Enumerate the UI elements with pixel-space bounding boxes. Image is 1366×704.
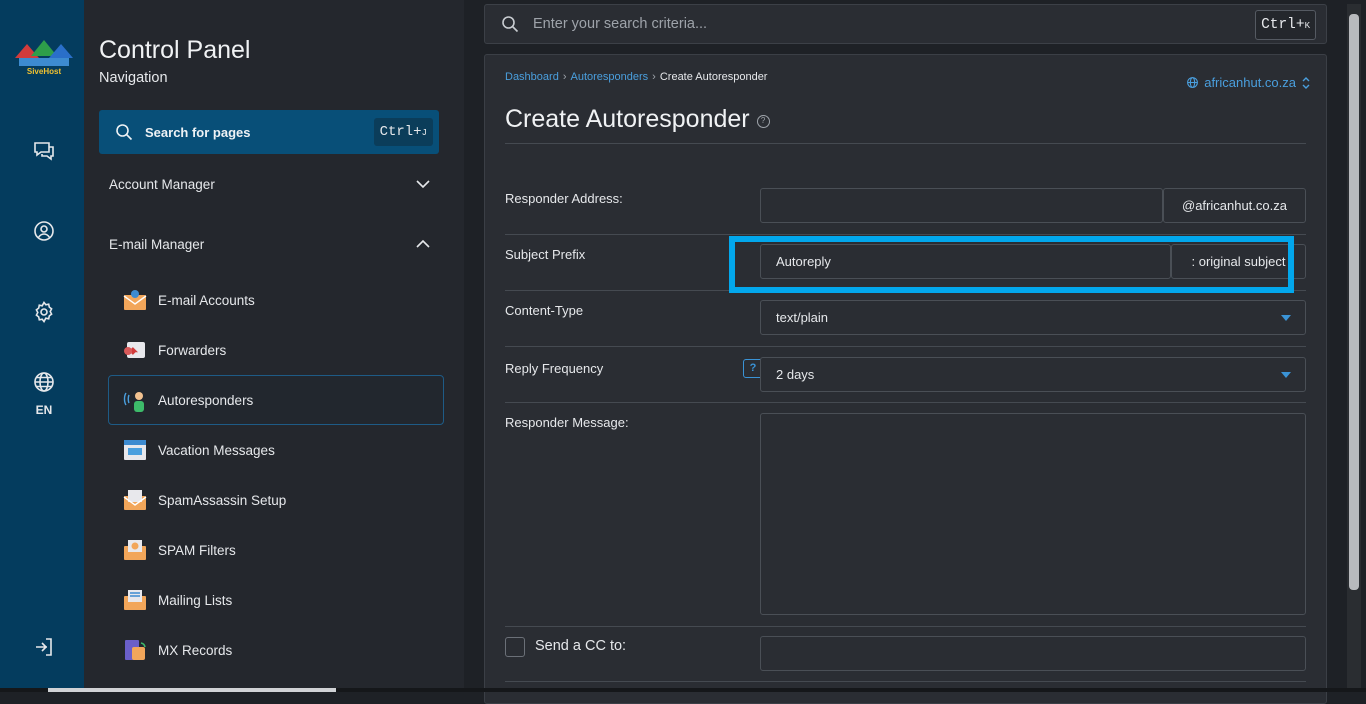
sidebar-item-label: SpamAssassin Setup [158, 492, 287, 508]
language-switcher[interactable]: EN [24, 370, 64, 417]
reply-frequency-select[interactable]: 2 days [760, 357, 1306, 392]
responder-address-input[interactable] [760, 188, 1163, 223]
subject-prefix-label: Subject Prefix [505, 247, 586, 262]
sidebar-item-label: Mailing Lists [158, 592, 233, 608]
content-type-select[interactable]: text/plain [760, 300, 1306, 335]
responder-message-label: Responder Message: [505, 415, 629, 430]
sidebar-item-label: E-mail Accounts [158, 292, 255, 308]
sidebar-item-label: SPAM Filters [158, 542, 236, 558]
bottom-edge [0, 688, 1366, 692]
send-cc-checkbox[interactable] [505, 637, 525, 657]
content-type-label: Content-Type [505, 303, 584, 318]
spam-filters-icon [124, 540, 146, 560]
domain-selector[interactable]: africanhut.co.za [1186, 75, 1310, 90]
logout-icon[interactable] [24, 627, 64, 667]
spamassassin-icon [123, 490, 147, 510]
responder-message-textarea[interactable] [760, 413, 1306, 615]
user-icon[interactable] [24, 211, 64, 251]
email-accounts-icon [123, 290, 147, 310]
chevron-up-icon [416, 239, 430, 248]
page-search-button[interactable]: Search for pages Ctrl+J [99, 110, 439, 154]
sidebar-item-autoresponders[interactable]: Autoresponders [108, 375, 444, 425]
row-responder-address: Responder Address: @africanhut.co.za [505, 179, 1306, 235]
global-search-input[interactable] [533, 16, 1223, 32]
divider [505, 681, 1306, 682]
mailing-lists-icon [124, 590, 146, 610]
page-title-text: Create Autoresponder [505, 105, 750, 133]
autoresponders-icon [123, 392, 144, 412]
global-search: Ctrl+K [484, 4, 1327, 44]
sidebar-item-label: Forwarders [158, 342, 227, 358]
breadcrumb-current: Create Autoresponder [659, 71, 768, 83]
sidebar-item-mailing-lists[interactable]: Mailing Lists [108, 575, 444, 625]
row-reply-frequency: Reply Frequency ? 2 days [505, 347, 1306, 403]
dropdown-caret-icon [1281, 371, 1291, 378]
section-label: Account Manager [109, 176, 215, 192]
dropdown-caret-icon [1281, 314, 1291, 321]
section-account-manager[interactable]: Account Manager [109, 169, 431, 199]
mx-records-icon [125, 640, 146, 660]
brand-logo[interactable]: SiveHost [11, 36, 77, 80]
chevron-up-down-icon [1302, 76, 1310, 89]
globe-icon [34, 372, 54, 392]
search-icon [116, 124, 133, 141]
breadcrumb-autoresponders[interactable]: Autoresponders [571, 71, 649, 83]
section-email-manager[interactable]: E-mail Manager [109, 229, 431, 259]
reply-frequency-value: 2 days [776, 367, 815, 382]
global-search-shortcut: Ctrl+K [1255, 10, 1316, 40]
bottom-edge-segment [48, 688, 336, 692]
brand-logo-text: SiveHost [27, 67, 62, 76]
sidebar-item-spam-filters[interactable]: SPAM Filters [108, 525, 444, 575]
row-content-type: Content-Type text/plain [505, 291, 1306, 347]
language-label: EN [35, 403, 53, 417]
page-search-label: Search for pages [145, 124, 251, 140]
breadcrumb-dashboard[interactable]: Dashboard [505, 71, 559, 83]
chat-icon[interactable] [24, 130, 64, 170]
sidebar-item-forwarders[interactable]: Forwarders [108, 325, 444, 375]
nav-title: Control Panel [99, 36, 251, 64]
divider [505, 143, 1306, 144]
page-search-shortcut: Ctrl+J [373, 118, 433, 146]
chevron-down-icon [416, 180, 430, 189]
section-label: E-mail Manager [109, 236, 205, 252]
responder-address-label: Responder Address: [505, 191, 623, 206]
sidebar-item-vacation-messages[interactable]: Vacation Messages [108, 425, 444, 475]
vacation-messages-icon [124, 440, 146, 460]
breadcrumb: Dashboard › Autoresponders › Create Autoresp… [505, 71, 768, 83]
reply-frequency-label: Reply Frequency [505, 361, 604, 376]
help-icon[interactable]: ? [756, 114, 770, 128]
content-type-highlight [729, 236, 1294, 293]
send-cc-label: Send a CC to: [535, 638, 627, 654]
sidebar-item-label: Vacation Messages [158, 442, 275, 458]
main-area: Ctrl+K Dashboard›Autoresponders›Create A… [464, 0, 1366, 704]
navigation-panel: Control Panel Navigation Search for page… [84, 0, 546, 692]
icon-rail: SiveHost EN [0, 0, 84, 692]
main-scrollbar-thumb[interactable] [1349, 14, 1359, 590]
sidebar-item-spamassassin-setup[interactable]: SpamAssassin Setup [108, 475, 444, 525]
sidebar-item-label: MX Records [158, 642, 233, 658]
globe-icon [1187, 77, 1199, 88]
send-cc-input[interactable] [760, 636, 1306, 671]
sidebar-item-email-accounts[interactable]: E-mail Accounts [108, 275, 444, 325]
search-icon [502, 16, 519, 33]
content-type-value: text/plain [776, 310, 829, 325]
page-title: Create Autoresponder ? [505, 105, 770, 134]
sidebar-item-mx-records[interactable]: MX Records [108, 625, 444, 675]
domain-label: africanhut.co.za [1204, 75, 1296, 90]
create-autoresponder-card: Dashboard › Autoresponders › Create Autoresp… [484, 54, 1327, 704]
settings-gear-icon[interactable] [24, 292, 64, 332]
forwarders-icon [124, 342, 145, 358]
responder-address-domain-suffix: @africanhut.co.za [1163, 188, 1306, 223]
nav-subtitle: Navigation [99, 70, 168, 86]
sidebar-item-label: Autoresponders [158, 392, 254, 408]
